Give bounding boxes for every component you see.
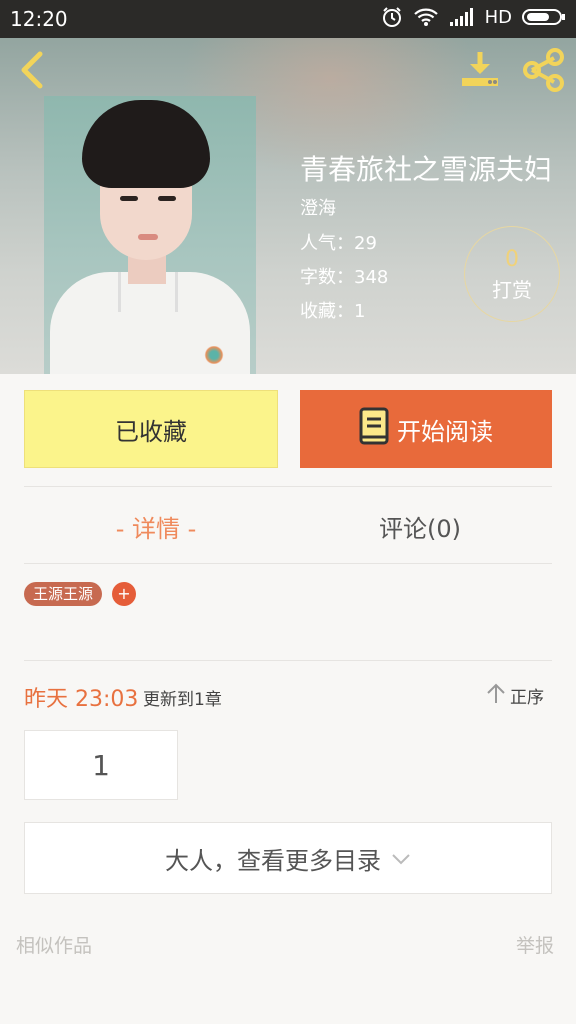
download-button[interactable]: [458, 48, 502, 92]
sort-order-button[interactable]: 正序: [486, 681, 544, 709]
tab-comments-label: 评论(0): [379, 514, 461, 543]
tab-comments[interactable]: 评论(0): [288, 490, 552, 562]
favorited-button[interactable]: 已收藏: [24, 390, 278, 468]
favorites-stat: 收藏：1: [300, 301, 366, 322]
reward-button[interactable]: 0 打赏: [464, 226, 560, 322]
update-time: 昨天 23:03: [24, 687, 139, 712]
tab-detail[interactable]: - 详情 -: [24, 490, 288, 562]
add-tag-button[interactable]: +: [112, 582, 136, 606]
report-link[interactable]: 举报: [516, 931, 554, 958]
chevron-down-icon: [391, 844, 411, 872]
wifi-icon: [413, 7, 439, 27]
more-catalog-label: 大人，查看更多目录: [165, 846, 381, 875]
divider: [24, 563, 552, 564]
book-header: 青春旅社之雪源夫妇 澄海 人气：29 字数：348 收藏：1 0 打赏: [0, 38, 576, 374]
tab-detail-label: - 详情 -: [115, 514, 197, 543]
battery-icon: [522, 8, 566, 26]
share-button[interactable]: [520, 48, 566, 92]
tag-chip[interactable]: 王源王源: [24, 582, 103, 606]
divider: [24, 660, 552, 661]
popularity-stat: 人气：29: [300, 233, 377, 254]
status-bar: 12:20 HD: [0, 0, 576, 38]
share-icon: [520, 48, 566, 96]
signal-icon: [449, 8, 475, 26]
book-icon: [359, 407, 389, 451]
sort-order-label: 正序: [510, 687, 544, 708]
book-title: 青春旅社之雪源夫妇: [300, 153, 553, 186]
start-reading-label: 开始阅读: [397, 417, 493, 446]
network-type: HD: [484, 6, 512, 28]
chapter-number: 1: [92, 748, 110, 782]
arrow-up-icon: [486, 682, 506, 709]
status-icons: HD: [381, 6, 566, 28]
download-icon: [458, 52, 502, 96]
chapter-item[interactable]: 1: [24, 730, 178, 800]
reward-count: 0: [505, 247, 519, 272]
start-reading-button[interactable]: 开始阅读: [300, 390, 552, 468]
status-time: 12:20: [10, 7, 68, 31]
divider: [24, 486, 552, 487]
favorited-label: 已收藏: [115, 417, 187, 446]
word-count-stat: 字数：348: [300, 267, 389, 288]
update-text: 更新到1章: [143, 690, 222, 710]
more-catalog-button[interactable]: 大人，查看更多目录: [24, 822, 552, 894]
back-button[interactable]: [14, 48, 54, 92]
reward-label: 打赏: [492, 278, 532, 302]
back-arrow-icon: [14, 51, 54, 96]
similar-works-link[interactable]: 相似作品: [16, 931, 92, 958]
book-cover-image[interactable]: [44, 96, 256, 374]
alarm-icon: [381, 6, 403, 28]
book-author[interactable]: 澄海: [300, 194, 336, 220]
